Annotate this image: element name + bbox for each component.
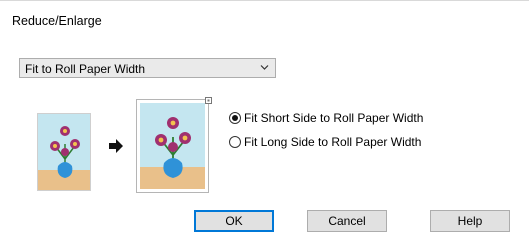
fit-mode-selected-value: Fit to Roll Paper Width (25, 62, 146, 76)
help-button[interactable]: Help (430, 210, 510, 232)
radio-fit-long-side[interactable] (229, 136, 241, 148)
option-fit-long-side-label: Fit Long Side to Roll Paper Width (244, 135, 422, 149)
flower-vase-image (38, 126, 90, 190)
ok-button[interactable]: OK (194, 210, 274, 232)
result-image-preview (136, 99, 209, 193)
original-image-preview (37, 113, 91, 191)
arrow-right-icon (109, 139, 123, 153)
option-fit-short-side-label: Fit Short Side to Roll Paper Width (244, 111, 424, 125)
reduce-enlarge-dialog: Reduce/Enlarge Fit to Roll Paper Width F… (0, 0, 529, 243)
dialog-title: Reduce/Enlarge (12, 14, 102, 28)
top-divider (0, 0, 529, 1)
option-fit-long-side[interactable]: Fit Long Side to Roll Paper Width (229, 134, 421, 150)
chevron-down-icon (260, 65, 269, 70)
flower-vase-image (140, 117, 205, 189)
result-image-content (140, 103, 205, 189)
fit-mode-dropdown[interactable]: Fit to Roll Paper Width (19, 58, 276, 78)
radio-fit-short-side[interactable] (229, 112, 241, 124)
cancel-button[interactable]: Cancel (307, 210, 387, 232)
roll-paper-corner-icon (205, 97, 212, 104)
option-fit-short-side[interactable]: Fit Short Side to Roll Paper Width (229, 110, 423, 126)
